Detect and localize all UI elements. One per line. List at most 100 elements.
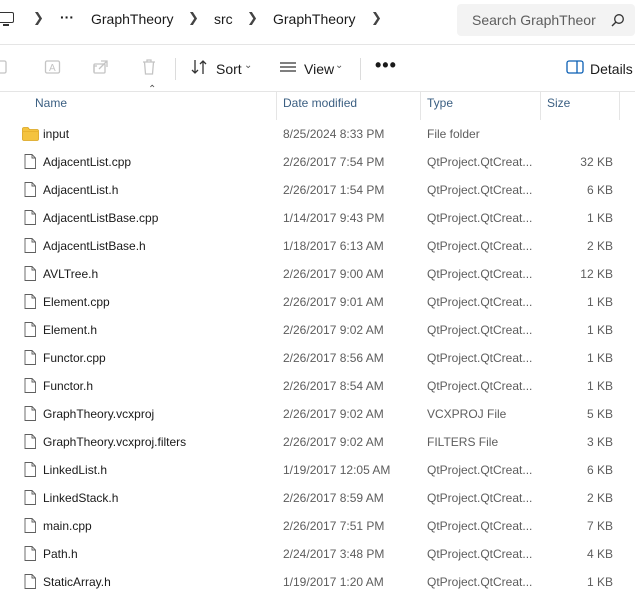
- column-resize-handle[interactable]: [276, 92, 277, 120]
- search-box[interactable]: Search GraphTheor: [457, 4, 635, 36]
- file-icon: [24, 434, 36, 449]
- sort-ascending-icon: ⌃: [148, 84, 157, 95]
- breadcrumb-item-graphtheory-current[interactable]: GraphTheory: [273, 11, 355, 27]
- search-input[interactable]: Search GraphTheor: [472, 12, 596, 28]
- file-date-modified: 2/26/2017 8:56 AM: [283, 351, 384, 365]
- file-name[interactable]: AdjacentListBase.h: [43, 239, 146, 253]
- file-type: QtProject.QtCreat...: [427, 155, 533, 169]
- sort-icon[interactable]: [190, 58, 208, 76]
- file-icon: [24, 266, 36, 281]
- file-date-modified: 2/24/2017 3:48 PM: [283, 547, 385, 561]
- file-row[interactable]: AdjacentListBase.h 1/18/2017 6:13 AM QtPro…: [0, 232, 635, 260]
- file-row[interactable]: LinkedStack.h 2/26/2017 8:59 AM QtProject.…: [0, 484, 635, 512]
- file-size: 2 KB: [586, 239, 613, 253]
- file-name[interactable]: AdjacentListBase.cpp: [43, 211, 158, 225]
- file-name[interactable]: LinkedList.h: [43, 463, 107, 477]
- search-icon[interactable]: [611, 13, 625, 27]
- column-resize-handle[interactable]: [619, 92, 620, 120]
- file-size: 1 KB: [586, 351, 613, 365]
- file-name[interactable]: input: [43, 127, 69, 141]
- file-name[interactable]: StaticArray.h: [43, 575, 111, 589]
- sort-button[interactable]: Sort: [216, 61, 242, 77]
- toolbar-separator: [175, 58, 176, 80]
- file-name[interactable]: Path.h: [43, 547, 78, 561]
- column-header-name[interactable]: Name: [35, 96, 67, 110]
- file-type: QtProject.QtCreat...: [427, 267, 533, 281]
- file-row[interactable]: Element.cpp 2/26/2017 9:01 AM QtProject.Qt…: [0, 288, 635, 316]
- file-row[interactable]: input 8/25/2024 8:33 PM File folder: [0, 120, 635, 148]
- file-row[interactable]: Element.h 2/26/2017 9:02 AM QtProject.QtCr…: [0, 316, 635, 344]
- chevron-right-icon[interactable]: ❯: [33, 10, 44, 26]
- file-row[interactable]: LinkedList.h 1/19/2017 12:05 AM QtProject.…: [0, 456, 635, 484]
- file-row[interactable]: Functor.h 2/26/2017 8:54 AM QtProject.QtCr…: [0, 372, 635, 400]
- file-icon: [24, 322, 36, 337]
- file-name[interactable]: Element.h: [43, 323, 97, 337]
- file-date-modified: 2/26/2017 9:02 AM: [283, 435, 384, 449]
- details-pane-icon[interactable]: [566, 58, 584, 76]
- view-button[interactable]: View: [304, 61, 334, 77]
- file-icon: [24, 406, 36, 421]
- view-icon[interactable]: [279, 58, 297, 76]
- column-resize-handle[interactable]: [420, 92, 421, 120]
- chevron-right-icon[interactable]: ❯: [371, 10, 382, 26]
- this-pc-icon[interactable]: [0, 12, 14, 26]
- file-type: QtProject.QtCreat...: [427, 463, 533, 477]
- file-name[interactable]: main.cpp: [43, 519, 92, 533]
- file-row[interactable]: Functor.cpp 2/26/2017 8:56 AM QtProject.Qt…: [0, 344, 635, 372]
- delete-icon[interactable]: [140, 58, 158, 76]
- file-row[interactable]: AdjacentList.cpp 2/26/2017 7:54 PM QtProje…: [0, 148, 635, 176]
- chevron-down-icon[interactable]: ⌄: [335, 60, 343, 71]
- file-type: VCXPROJ File: [427, 407, 507, 421]
- file-date-modified: 8/25/2024 8:33 PM: [283, 127, 385, 141]
- file-row[interactable]: main.cpp 2/26/2017 7:51 PM QtProject.QtCre…: [0, 512, 635, 540]
- details-button[interactable]: Details: [590, 61, 633, 77]
- column-resize-handle[interactable]: [540, 92, 541, 120]
- file-row[interactable]: GraphTheory.vcxproj 2/26/2017 9:02 AM VCXP…: [0, 400, 635, 428]
- file-row[interactable]: AVLTree.h 2/26/2017 9:00 AM QtProject.QtCr…: [0, 260, 635, 288]
- file-row[interactable]: AdjacentListBase.cpp 1/14/2017 9:43 PM QtP…: [0, 204, 635, 232]
- file-type: QtProject.QtCreat...: [427, 379, 533, 393]
- file-size: 1 KB: [586, 295, 613, 309]
- cut-icon[interactable]: [0, 58, 12, 76]
- file-name[interactable]: Element.cpp: [43, 295, 110, 309]
- breadcrumb-item-src[interactable]: src: [214, 11, 233, 27]
- file-date-modified: 1/19/2017 12:05 AM: [283, 463, 391, 477]
- file-type: QtProject.QtCreat...: [427, 183, 533, 197]
- file-type: QtProject.QtCreat...: [427, 519, 533, 533]
- command-bar: A Sort ⌄ View ⌄ ••• Details: [0, 45, 635, 91]
- file-date-modified: 1/18/2017 6:13 AM: [283, 239, 384, 253]
- column-header-date-modified[interactable]: Date modified: [283, 96, 357, 110]
- file-row[interactable]: StaticArray.h 1/19/2017 1:20 AM QtProject.…: [0, 568, 635, 596]
- file-row[interactable]: GraphTheory.vcxproj.filters 2/26/2017 9:0…: [0, 428, 635, 456]
- file-name[interactable]: LinkedStack.h: [43, 491, 118, 505]
- file-name[interactable]: AVLTree.h: [43, 267, 98, 281]
- file-size: 6 KB: [586, 183, 613, 197]
- file-type: QtProject.QtCreat...: [427, 351, 533, 365]
- file-size: 4 KB: [586, 547, 613, 561]
- column-header-size[interactable]: Size: [547, 96, 570, 110]
- file-icon: [24, 546, 36, 561]
- column-header-type[interactable]: Type: [427, 96, 453, 110]
- file-name[interactable]: AdjacentList.cpp: [43, 155, 131, 169]
- file-size: 1 KB: [586, 211, 613, 225]
- rename-icon[interactable]: A: [44, 58, 62, 76]
- share-icon[interactable]: [92, 58, 110, 76]
- file-size: 1 KB: [586, 379, 613, 393]
- file-name[interactable]: Functor.cpp: [43, 351, 106, 365]
- file-row[interactable]: Path.h 2/24/2017 3:48 PM QtProject.QtCreat…: [0, 540, 635, 568]
- file-size: 1 KB: [586, 575, 613, 589]
- file-size: 32 KB: [580, 155, 613, 169]
- breadcrumb-item-graphtheory[interactable]: GraphTheory: [91, 11, 173, 27]
- file-row[interactable]: AdjacentList.h 2/26/2017 1:54 PM QtProject…: [0, 176, 635, 204]
- file-name[interactable]: AdjacentList.h: [43, 183, 118, 197]
- file-name[interactable]: Functor.h: [43, 379, 93, 393]
- chevron-right-icon[interactable]: ❯: [188, 10, 199, 26]
- file-size: 2 KB: [586, 491, 613, 505]
- file-name[interactable]: GraphTheory.vcxproj.filters: [43, 435, 186, 449]
- more-options-button[interactable]: •••: [375, 55, 397, 76]
- breadcrumb-overflow-button[interactable]: ···: [60, 9, 74, 25]
- chevron-right-icon[interactable]: ❯: [247, 10, 258, 26]
- file-date-modified: 2/26/2017 9:00 AM: [283, 267, 384, 281]
- chevron-down-icon[interactable]: ⌄: [244, 60, 252, 71]
- file-name[interactable]: GraphTheory.vcxproj: [43, 407, 154, 421]
